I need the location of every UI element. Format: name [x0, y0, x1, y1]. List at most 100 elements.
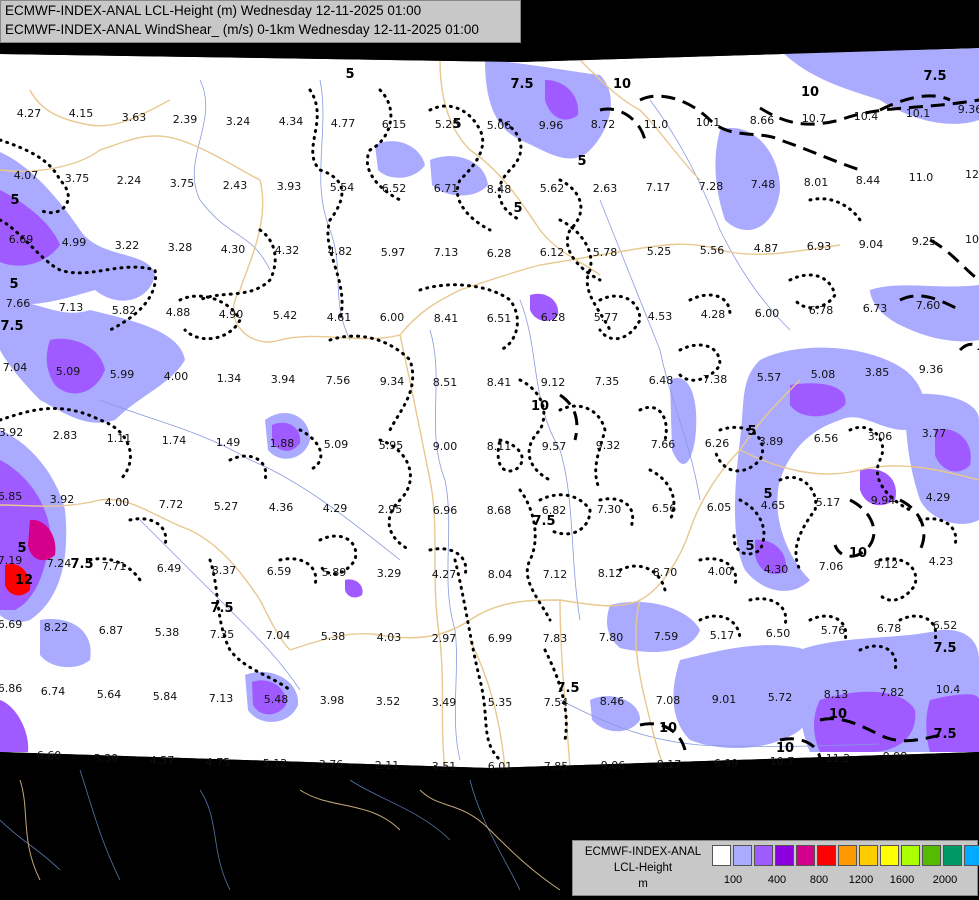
- wind-shear-value: 4.30: [764, 563, 789, 576]
- wind-shear-value: 5.89: [322, 566, 347, 579]
- contour-label: 10: [801, 85, 819, 100]
- wind-shear-value: 4.87: [754, 242, 779, 255]
- contour-label: 5: [513, 201, 522, 216]
- wind-shear-value: 7.82: [880, 686, 905, 699]
- wind-shear-value: 11.0: [909, 171, 934, 184]
- wind-shear-value: 7.24: [47, 557, 72, 570]
- wind-shear-value: 9.25: [912, 235, 937, 248]
- wind-shear-value: 6.00: [380, 311, 405, 324]
- wind-shear-value: 8.11: [487, 440, 512, 453]
- contour-label: 10: [776, 741, 794, 756]
- wind-shear-value: 3.28: [168, 241, 193, 254]
- wind-shear-value: 6.93: [807, 240, 832, 253]
- wind-shear-value: 4.30: [221, 243, 246, 256]
- wind-shear-value: 3.63: [122, 111, 147, 124]
- wind-shear-value: 1.88: [270, 437, 295, 450]
- wind-shear-value: 3.94: [271, 373, 296, 386]
- wind-shear-value: 6.87: [99, 624, 124, 637]
- wind-shear-value: 8.01: [804, 176, 829, 189]
- contour-label: 7.5: [933, 641, 956, 656]
- contour-label: 7.5: [70, 557, 93, 572]
- legend-tick-label: 1200: [848, 874, 874, 886]
- contour-label: 5: [10, 193, 19, 208]
- wind-shear-value: 4.65: [761, 499, 786, 512]
- legend-unit: m: [638, 878, 648, 890]
- wind-shear-value: 5.57: [757, 371, 782, 384]
- wind-shear-value: 6.00: [755, 307, 780, 320]
- wind-shear-value: 4.29: [323, 502, 348, 515]
- wind-shear-value: 9.94: [871, 494, 896, 507]
- wind-shear-value: 4.53: [648, 310, 673, 323]
- wind-shear-value: 6.26: [705, 437, 730, 450]
- wind-shear-value: 8.44: [856, 174, 881, 187]
- legend-swatch: [901, 845, 920, 866]
- wind-shear-value: 7.59: [654, 630, 679, 643]
- wind-shear-value: 1.49: [216, 436, 241, 449]
- wind-shear-value: 4.03: [377, 631, 402, 644]
- wind-shear-value: 4.77: [331, 117, 356, 130]
- wind-shear-value: 5.76: [821, 624, 846, 637]
- wind-shear-value: 9.00: [433, 440, 458, 453]
- wind-shear-value: 6.85: [0, 490, 22, 503]
- wind-shear-value: 8.51: [433, 376, 458, 389]
- wind-shear-value: 5.77: [594, 311, 619, 324]
- wind-shear-value: 10.1: [906, 107, 931, 120]
- wind-shear-value: 7.04: [266, 629, 291, 642]
- legend-ticks: 100 400 800 1200 1600 2000: [712, 874, 972, 888]
- wind-shear-value: 6.86: [0, 682, 22, 695]
- wind-shear-value: 5.38: [155, 626, 180, 639]
- wind-shear-value: 4.82: [328, 245, 353, 258]
- wind-shear-value: 7.72: [159, 498, 184, 511]
- legend-swatch: [712, 845, 731, 866]
- legend-tick-label: 400: [767, 874, 787, 886]
- wind-shear-value: 7.17: [646, 181, 671, 194]
- wind-shear-value: 10.1: [696, 116, 721, 129]
- color-legend: ECMWF-INDEX-ANAL LCL-Height m 100 400 800 1…: [572, 840, 979, 896]
- wind-shear-value: 7.71: [102, 560, 127, 573]
- wind-shear-value: 6.69: [9, 233, 34, 246]
- wind-shear-value: 9.36: [919, 363, 944, 376]
- wind-shear-value: 3.85: [865, 366, 890, 379]
- wind-shear-value: 10.7: [802, 112, 827, 125]
- contour-label: 10: [659, 721, 677, 736]
- wind-shear-value: 6.48: [649, 374, 674, 387]
- wind-shear-value: 8.48: [487, 183, 512, 196]
- wind-shear-value: 6.15: [382, 118, 407, 131]
- wind-shear-value: 9.34: [380, 375, 405, 388]
- wind-shear-value: 6.28: [487, 247, 512, 260]
- wind-shear-value: 9.98: [883, 750, 908, 763]
- wind-shear-value: 6.78: [877, 622, 902, 635]
- wind-shear-value: 5.09: [324, 438, 349, 451]
- legend-swatches: [712, 845, 979, 866]
- wind-shear-value: 6.49: [157, 562, 182, 575]
- wind-shear-value: 4.90: [219, 308, 244, 321]
- wind-shear-value: 5.95: [379, 439, 404, 452]
- wind-shear-value: 7.83: [543, 632, 568, 645]
- wind-shear-value: 8.68: [487, 504, 512, 517]
- wind-shear-value: 3.75: [170, 177, 195, 190]
- legend-tick-label: 800: [809, 874, 829, 886]
- wind-shear-value: 1.11: [107, 432, 132, 445]
- wind-shear-value: 3.06: [868, 430, 893, 443]
- wind-shear-value: 5.17: [816, 496, 841, 509]
- wind-shear-value: 1.74: [162, 434, 187, 447]
- wind-shear-value: 5.78: [593, 246, 618, 259]
- wind-shear-value: 2.63: [593, 182, 618, 195]
- wind-shear-value: 4.75: [206, 756, 231, 769]
- wind-shear-value: 5.82: [112, 304, 137, 317]
- wind-shear-value: 3.93: [277, 180, 302, 193]
- wind-shear-value: 6.60: [37, 749, 62, 762]
- wind-shear-value: 7.66: [651, 438, 676, 451]
- legend-label: ECMWF-INDEX-ANAL LCL-Height m: [573, 844, 713, 892]
- wind-shear-value: 6.12: [540, 246, 565, 259]
- wind-shear-value: 5.62: [540, 182, 565, 195]
- wind-shear-value: 4.57: [150, 754, 175, 767]
- contour-label: 7.5: [933, 727, 956, 742]
- wind-shear-value: 7.30: [597, 503, 622, 516]
- wind-shear-value: 3.98: [320, 694, 345, 707]
- wind-shear-value: 10.4: [854, 110, 879, 123]
- wind-shear-value: 6.59: [267, 565, 292, 578]
- wind-shear-value: 8.70: [653, 566, 678, 579]
- wind-shear-value: 7.19: [0, 554, 22, 567]
- wind-shear-value: 6.28: [541, 311, 566, 324]
